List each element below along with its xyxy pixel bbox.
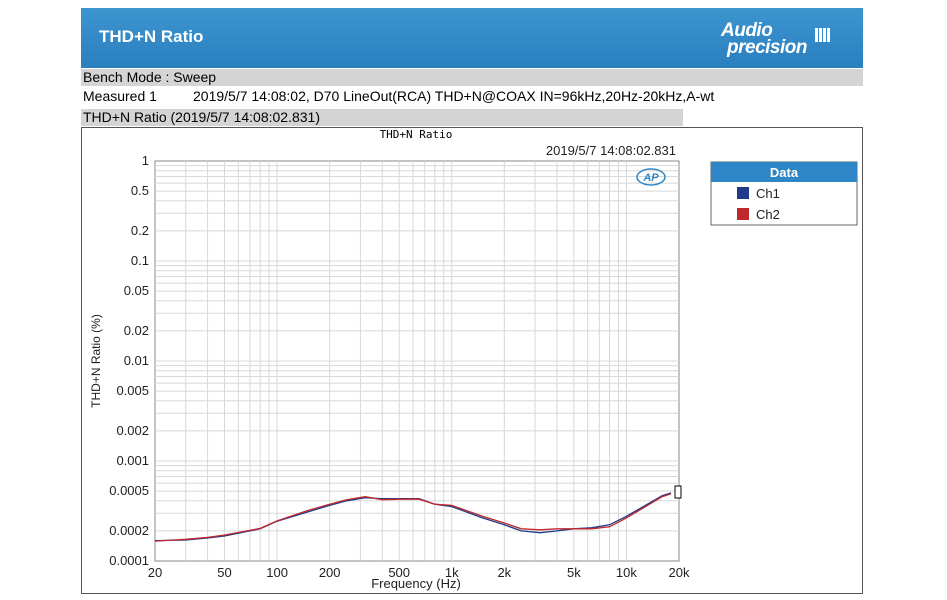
x-tick-label: 20	[148, 565, 162, 580]
x-tick-label: 200	[319, 565, 341, 580]
x-tick-label: 10k	[616, 565, 637, 580]
svg-text:AP: AP	[642, 172, 659, 184]
legend-title: Data	[770, 165, 799, 180]
legend-swatch-ch1	[737, 187, 749, 199]
x-tick-label: 20k	[669, 565, 690, 580]
x-tick-label: 50	[217, 565, 231, 580]
x-axis-label: Frequency (Hz)	[371, 576, 461, 591]
y-tick-label: 0.002	[116, 423, 149, 438]
legend-swatch-ch2	[737, 208, 749, 220]
y-tick-label: 0.5	[131, 183, 149, 198]
x-tick-label: 5k	[567, 565, 581, 580]
chart-timestamp: 2019/5/7 14:08:02.831	[546, 143, 676, 158]
legend-label-ch2: Ch2	[756, 207, 780, 222]
y-tick-label: 0.001	[116, 453, 149, 468]
y-tick-label: 0.0001	[109, 553, 149, 568]
legend-label-ch1: Ch1	[756, 186, 780, 201]
legend: Data Ch1 Ch2	[710, 161, 858, 226]
x-tick-label: 100	[266, 565, 288, 580]
y-tick-labels: 1 0.5 0.2 0.1 0.05 0.02 0.01 0.005 0.002 0.001 0.0…	[109, 153, 149, 568]
y-tick-label: 0.2	[131, 223, 149, 238]
chart-grid	[154, 160, 680, 562]
cursor-marker-icon	[674, 485, 682, 499]
y-tick-label: 0.0002	[109, 523, 149, 538]
y-tick-label: 0.1	[131, 253, 149, 268]
y-tick-label: 0.005	[116, 383, 149, 398]
y-tick-label: 0.05	[124, 283, 149, 298]
x-tick-label: 2k	[497, 565, 511, 580]
y-axis-label: THD+N Ratio (%)	[89, 314, 103, 408]
y-tick-label: 0.02	[124, 323, 149, 338]
thdn-chart: THD+N Ratio 2019/5/7 14:08:02.831 1 0.5 0.…	[89, 128, 858, 591]
y-tick-label: 0.01	[124, 353, 149, 368]
y-tick-label: 1	[142, 153, 149, 168]
y-tick-label: 0.0005	[109, 483, 149, 498]
chart-title: THD+N Ratio	[380, 128, 453, 141]
